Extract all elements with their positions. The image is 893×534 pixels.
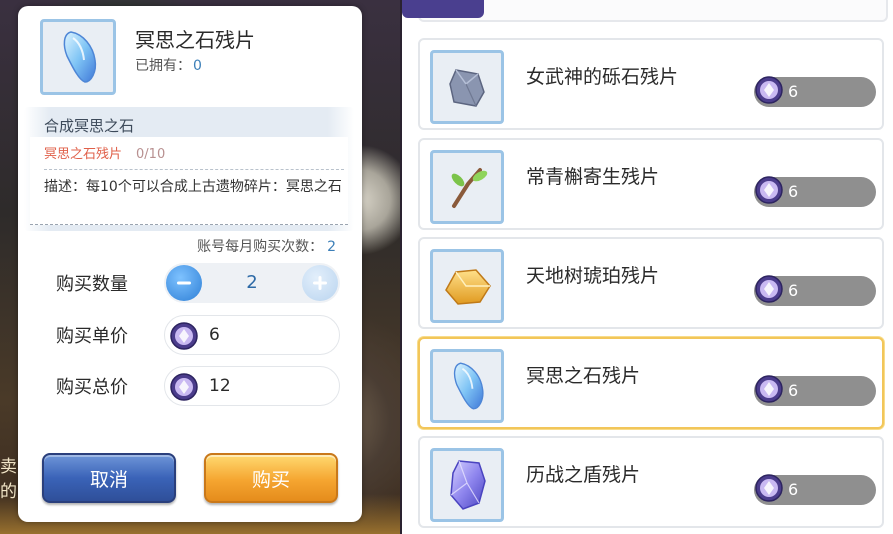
item-name: 女武神的砾石残片 [526,66,679,88]
item-price-value: 6 [788,82,799,101]
minus-icon [177,281,191,285]
shop-item-row[interactable]: 历战之盾残片 6 [418,436,884,528]
item-name: 天地树琥珀残片 [526,265,660,287]
blue-crystal-fragment-icon [453,362,484,410]
monthly-label: 账号每月购买次数： [197,239,324,255]
gem-currency-icon [169,321,199,351]
quantity-label: 购买数量 [56,274,128,295]
item-price-value: 6 [788,281,799,300]
purple-shield-fragment-icon [450,460,486,510]
shop-item-row[interactable]: 女武神的砾石残片 6 [418,38,884,130]
shop-item-row[interactable]: 天地树琥珀残片 6 [418,237,884,329]
owned-count: 0 [193,58,202,74]
quantity-value[interactable]: 2 [224,272,280,293]
gem-currency-icon [754,473,784,503]
unit-price-field: 6 [164,315,340,355]
plus-icon [313,276,327,290]
mistletoe-branch-icon [451,168,488,208]
grey-stone-fragment-icon [449,69,485,107]
purchase-dialog: 冥思之石残片 已拥有： 0 合成冥思之石 冥思之石残片 0/10 描述：每10个可以… [18,6,362,522]
total-price-value: 12 [209,376,231,396]
item-name: 冥思之石残片 [526,365,641,387]
item-name: 历战之盾残片 [526,464,641,486]
gem-currency-icon [754,374,784,404]
owned-count-text: 已拥有： 0 [135,55,202,75]
shop-list: 女武神的砾石残片 6 常青槲寄生残片 6 天地树琥珀残片 6 冥思之石残片 6 … [402,0,893,534]
quantity-stepper: 2 [164,263,340,303]
monthly-purchase-limit: 账号每月购买次数： 2 [197,236,336,256]
item-price-value: 6 [788,381,799,400]
item-price: 6 [754,274,876,306]
divider [44,169,344,170]
buy-button[interactable]: 购买 [204,453,338,503]
compose-title: 合成冥思之石 [44,117,135,135]
blue-crystal-fragment-icon [63,31,97,83]
fragment-progress: 冥思之石残片 0/10 [44,143,165,162]
item-price: 6 [754,75,876,107]
item-thumbnail [430,150,504,224]
category-ribbon [402,0,484,18]
gem-currency-icon [169,372,199,402]
gem-currency-icon [754,274,784,304]
compose-info-box: 合成冥思之石 冥思之石残片 0/10 描述：每10个可以合成上古遗物碎片：冥思之石 [24,107,354,231]
item-price-value: 6 [788,480,799,499]
fragment-count: 0/10 [136,147,166,162]
shop-item-row-selected[interactable]: 冥思之石残片 6 [418,337,884,429]
partial-list-item [418,0,888,22]
item-thumbnail [430,349,504,423]
total-price-label: 购买总价 [56,377,128,398]
owned-label: 已拥有： [135,58,191,74]
monthly-count: 2 [327,239,336,255]
item-name: 冥思之石残片 [135,28,255,52]
item-thumbnail [40,19,116,95]
unit-price-label: 购买单价 [56,326,128,347]
cancel-button[interactable]: 取消 [42,453,176,503]
unit-price-value: 6 [209,325,220,345]
fragment-label: 冥思之石残片 [44,147,123,162]
item-price-value: 6 [788,182,799,201]
amber-fragment-icon [445,269,491,305]
compose-details: 冥思之石残片 0/10 描述：每10个可以合成上古遗物碎片：冥思之石 [30,137,348,225]
increase-button[interactable] [302,265,338,301]
gem-currency-icon [754,175,784,205]
item-description: 描述：每10个可以合成上古遗物碎片：冥思之石 [44,179,342,195]
item-price: 6 [754,374,876,406]
shop-item-row[interactable]: 常青槲寄生残片 6 [418,138,884,230]
decrease-button[interactable] [166,265,202,301]
item-price: 6 [754,473,876,505]
item-thumbnail [430,448,504,522]
item-name: 常青槲寄生残片 [526,166,660,188]
item-price: 6 [754,175,876,207]
background-side-text: 卖的 [0,457,17,502]
gem-currency-icon [754,75,784,105]
item-thumbnail [430,249,504,323]
item-thumbnail [430,50,504,124]
total-price-field: 12 [164,366,340,406]
